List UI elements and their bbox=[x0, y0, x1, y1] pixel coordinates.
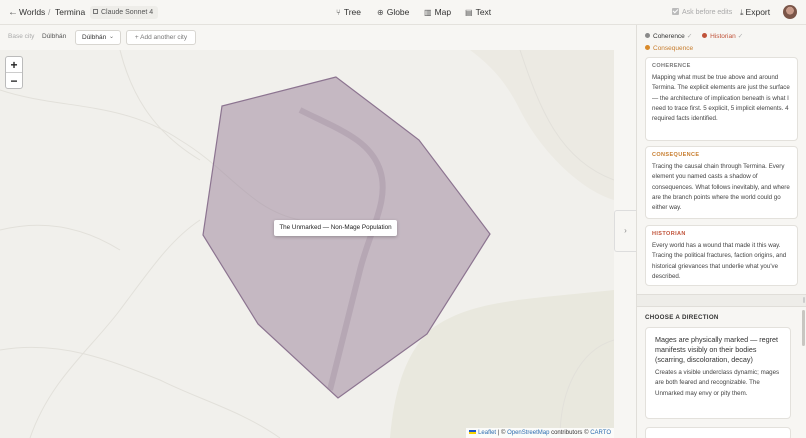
direction-option[interactable]: Mages are physically marked — regret man… bbox=[645, 327, 791, 419]
model-badge: Claude Sonnet 4 bbox=[90, 6, 159, 19]
scrollbar[interactable] bbox=[802, 310, 805, 346]
agent-card-historian: HISTORIAN Every world has a wound that m… bbox=[645, 225, 798, 286]
zoom-control: + − bbox=[5, 56, 23, 89]
map-tiles bbox=[0, 50, 614, 438]
status-dot-icon bbox=[645, 45, 650, 50]
chevron-down-icon: ⌄ bbox=[108, 34, 114, 40]
choose-direction-heading: CHOOSE A DIRECTION bbox=[645, 314, 719, 321]
tab-text-label: Text bbox=[475, 7, 492, 17]
zoom-out-button[interactable]: − bbox=[6, 73, 22, 89]
tab-globe-label: Globe bbox=[386, 7, 410, 17]
check-icon: ✓ bbox=[737, 33, 744, 40]
card-title: COHERENCE bbox=[652, 63, 691, 69]
carto-link[interactable]: CARTO bbox=[590, 430, 611, 436]
check-icon: ✓ bbox=[686, 33, 693, 40]
option-title: Mages are physically marked — regret man… bbox=[655, 335, 779, 364]
legend-coherence: Coherence ✓ bbox=[645, 31, 692, 43]
panel-collapse-handle[interactable]: › bbox=[614, 210, 636, 252]
agent-card-consequence: CONSEQUENCE Tracing the causal chain thr… bbox=[645, 146, 798, 219]
tree-icon: ⑂ bbox=[336, 8, 341, 17]
back-arrow-icon[interactable]: ← bbox=[8, 0, 18, 25]
legend-label: Coherence bbox=[653, 33, 685, 40]
top-bar: ← Worlds / Termina Claude Sonnet 4 ⑂ Tree… bbox=[0, 0, 806, 25]
breadcrumb-current: Termina bbox=[55, 7, 86, 17]
attribution-contributors: contributors © bbox=[549, 430, 591, 436]
map-attribution: Leaflet | © OpenStreetMap contributors ©… bbox=[466, 428, 614, 438]
base-city-label: Base city bbox=[8, 33, 35, 40]
agent-panel: Coherence ✓ Historian ✓ Consequence COHERE… bbox=[636, 25, 806, 438]
checkbox-icon bbox=[672, 8, 679, 15]
osm-link[interactable]: OpenStreetMap bbox=[507, 430, 549, 436]
legend-historian: Historian ✓ bbox=[702, 31, 743, 43]
agent-legend: Coherence ✓ Historian ✓ Consequence bbox=[645, 31, 805, 55]
document-icon: ▤ bbox=[465, 8, 473, 17]
tab-tree[interactable]: ⑂ Tree bbox=[336, 0, 361, 25]
map-canvas[interactable]: + − The Unmarked — Non-Mage Population L… bbox=[0, 50, 614, 438]
legend-label: Historian bbox=[710, 33, 736, 40]
card-body: Tracing the causal chain through Termina… bbox=[652, 163, 790, 212]
base-city-value: Dúlbhán bbox=[42, 33, 67, 40]
leaflet-link[interactable]: Leaflet bbox=[478, 430, 496, 436]
direction-option[interactable] bbox=[645, 427, 791, 438]
status-dot-icon bbox=[645, 33, 650, 38]
add-city-button[interactable]: + Add another city bbox=[126, 30, 196, 45]
globe-icon: ⊕ bbox=[377, 8, 384, 17]
agent-card-coherence: COHERENCE Mapping what must be true abov… bbox=[645, 57, 798, 141]
card-title: HISTORIAN bbox=[652, 231, 686, 237]
city-toolbar: Base city Dúlbhán Dúlbhán ⌄ + Add another… bbox=[0, 25, 636, 50]
chevron-right-icon: › bbox=[624, 226, 627, 235]
zoom-in-button[interactable]: + bbox=[6, 57, 22, 73]
export-button[interactable]: ⤓ Export bbox=[740, 0, 770, 25]
status-dot-icon bbox=[702, 33, 708, 38]
tab-map-label: Map bbox=[434, 7, 452, 17]
avatar[interactable] bbox=[783, 5, 797, 19]
breadcrumb-separator: / bbox=[48, 7, 51, 17]
tab-text[interactable]: ▤ Text bbox=[465, 0, 491, 25]
tab-tree-label: Tree bbox=[343, 7, 361, 17]
city-select-value: Dúlbhán bbox=[82, 34, 107, 41]
breadcrumb-worlds[interactable]: Worlds bbox=[19, 0, 45, 25]
model-badge-label: Claude Sonnet 4 bbox=[101, 9, 154, 16]
ukraine-flag-icon bbox=[469, 430, 477, 434]
card-title: CONSEQUENCE bbox=[652, 152, 700, 158]
export-label: Export bbox=[745, 7, 771, 17]
option-body: Creates a visible underclass dynamic; ma… bbox=[655, 369, 780, 397]
attribution-sep: | © bbox=[496, 430, 508, 436]
panel-resize-divider[interactable] bbox=[637, 294, 806, 307]
tab-globe[interactable]: ⊕ Globe bbox=[377, 0, 409, 25]
region-popup: The Unmarked — Non-Mage Population bbox=[274, 220, 397, 236]
cube-icon bbox=[93, 9, 98, 14]
card-body: Every world has a wound that made it thi… bbox=[652, 242, 787, 280]
download-icon: ⤓ bbox=[740, 8, 744, 17]
scrollbar[interactable] bbox=[803, 297, 805, 303]
city-select[interactable]: Dúlbhán ⌄ bbox=[75, 30, 121, 45]
card-body: Mapping what must be true above and arou… bbox=[652, 74, 790, 123]
tab-map[interactable]: ▥ Map bbox=[424, 0, 451, 25]
ask-before-edits-toggle[interactable]: Ask before edits bbox=[672, 0, 732, 25]
ask-before-edits-label: Ask before edits bbox=[682, 9, 733, 16]
legend-label: Consequence bbox=[653, 45, 694, 52]
map-icon: ▥ bbox=[424, 8, 432, 17]
legend-consequence: Consequence bbox=[645, 43, 693, 55]
